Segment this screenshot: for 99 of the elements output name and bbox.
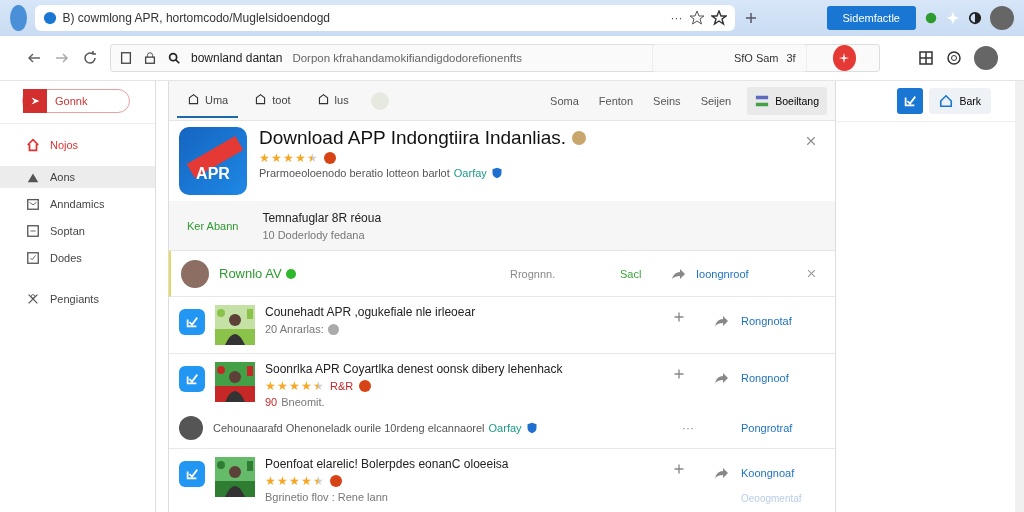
house-icon: [939, 94, 954, 108]
sidebar-item[interactable]: Anndamics: [0, 193, 155, 215]
app-button[interactable]: [179, 366, 205, 392]
app-icon: APR: [179, 127, 247, 196]
half-moon-icon: [968, 11, 982, 25]
plus-icon: [673, 311, 685, 323]
app-meta: Bneomit.: [281, 396, 325, 408]
tab[interactable]: lus: [306, 83, 359, 119]
status-tag: Sacl: [620, 267, 660, 280]
count-label: 90: [265, 396, 278, 408]
more-menu[interactable]: ···: [670, 11, 683, 25]
browser-logo-icon[interactable]: [10, 5, 27, 31]
share-arrow-icon: [713, 313, 729, 329]
rating-label: R&R: [330, 380, 354, 392]
share-arrow-icon: [713, 465, 729, 481]
avatar: [181, 259, 209, 288]
sidebar-item[interactable]: Nojos: [0, 134, 155, 156]
star-outline-icon: [688, 10, 705, 26]
brand-button[interactable]: Gonnk: [22, 89, 130, 113]
more-button[interactable]: ···: [673, 421, 703, 435]
sidebar-item[interactable]: Dodes: [0, 247, 155, 269]
star-rating: ★★★★★: [265, 475, 324, 487]
shield-icon: [525, 422, 538, 434]
badge-icon: [359, 380, 372, 392]
flag-icon: [755, 93, 770, 108]
action-link[interactable]: Rongnotaf: [741, 315, 792, 327]
nav-link[interactable]: Soma: [550, 94, 579, 107]
star-rating: ★★★★★: [259, 152, 318, 165]
checkbox-icon: [26, 251, 40, 265]
action-link[interactable]: Koongnoaf: [741, 467, 795, 479]
action-link[interactable]: Pongrotraf: [741, 422, 793, 434]
edit-button[interactable]: [897, 88, 924, 114]
app-description: Prarmoeoloenodo beratio lotteon barlot: [259, 167, 450, 180]
header-button[interactable]: Sidemfactle: [826, 6, 916, 30]
tab-outline-icon: [187, 93, 200, 107]
document-icon: [26, 224, 40, 238]
site-icon: [42, 11, 57, 25]
action-link[interactable]: Rongnoof: [741, 372, 789, 384]
app-title: Download APP Indongtiira Indanlias.: [259, 127, 567, 150]
verified-icon: [285, 268, 296, 279]
promo-title: Temnafuglar 8R réoua: [262, 210, 382, 225]
share-arrow-icon: [713, 370, 729, 386]
profile-avatar[interactable]: [990, 6, 1014, 30]
close-icon: [806, 268, 817, 280]
download-icon: [185, 315, 199, 329]
app-title: Poenfoat elarelic! Bolerpdes eonanC oloeeisa: [265, 457, 509, 471]
swirl-icon: [946, 50, 962, 66]
sparkle-icon: [946, 11, 960, 25]
tab-outline-icon: [254, 93, 268, 107]
bookmark-button[interactable]: Bark: [929, 88, 991, 114]
page-icon: [119, 51, 133, 65]
status-text: Rrognnn.: [510, 267, 557, 280]
home-icon: [26, 138, 40, 152]
search-icon: [167, 51, 181, 65]
star-outline-icon: [710, 10, 727, 26]
plus-icon: [673, 368, 685, 380]
badge-icon: [330, 475, 342, 487]
author-link[interactable]: Oarfay: [488, 422, 522, 434]
mail-icon: [26, 197, 40, 211]
app-title: Soonrlka APR Coyartlka denest oonsk dibery lehenhack: [265, 362, 563, 376]
sidebar-item[interactable]: Soptan: [0, 220, 155, 242]
shield-icon: [490, 167, 503, 180]
reload-icon: [82, 50, 98, 66]
tab[interactable]: Uma: [177, 83, 239, 119]
address-tab[interactable]: B) cowmlong APR, hortomcodo/Muglelsidoendogd ···: [34, 5, 735, 31]
check-box-icon: [903, 94, 918, 108]
avatar: [179, 416, 203, 440]
cross-icon: [26, 292, 40, 306]
promo-subtitle: 10 Doderlody fedana: [262, 228, 366, 241]
badge-icon: [324, 152, 336, 165]
nav-link[interactable]: Seins: [653, 94, 681, 107]
app-meta: 20 Anrarlas:: [265, 323, 324, 335]
download-icon: [185, 467, 199, 481]
action-link[interactable]: Ioongnroof: [696, 267, 749, 280]
comment-text: Cehounaarafd Ohenoneladk ourile 10rdeng elcannaorel: [213, 422, 485, 434]
star-rating: ★★★★★: [265, 380, 324, 392]
extension-badge-icon: [924, 11, 938, 25]
app-button[interactable]: [179, 309, 205, 335]
nav-link[interactable]: Seijen: [700, 94, 732, 107]
promo-label: Ker Abann: [187, 219, 239, 232]
close-icon: [805, 135, 817, 148]
action-button[interactable]: Boeiltang: [747, 86, 827, 115]
download-icon: [185, 372, 199, 386]
developer-link[interactable]: Oarfay: [453, 167, 487, 180]
plus-icon: [673, 463, 685, 475]
tab[interactable]: toot: [244, 83, 301, 119]
sidebar-item[interactable]: Pengiants: [0, 288, 155, 310]
nav-link[interactable]: Fenton: [598, 94, 634, 107]
sidebar-item[interactable]: Aons: [0, 166, 155, 188]
lock-icon: [143, 51, 157, 65]
app-button[interactable]: [179, 461, 205, 487]
account-avatar[interactable]: [974, 46, 998, 70]
tab-outline-icon: [316, 93, 330, 107]
app-meta: Bgrinetio flov : Rene lann: [265, 491, 388, 503]
featured-title: Rownlo AV: [219, 266, 282, 282]
scrollbar[interactable]: [1015, 81, 1024, 512]
app-title: Counehadt APR ,ogukefiale nle irleoear: [265, 305, 476, 319]
search-field[interactable]: SfO Sam 3f: [652, 44, 807, 72]
grid-icon: [918, 50, 934, 66]
